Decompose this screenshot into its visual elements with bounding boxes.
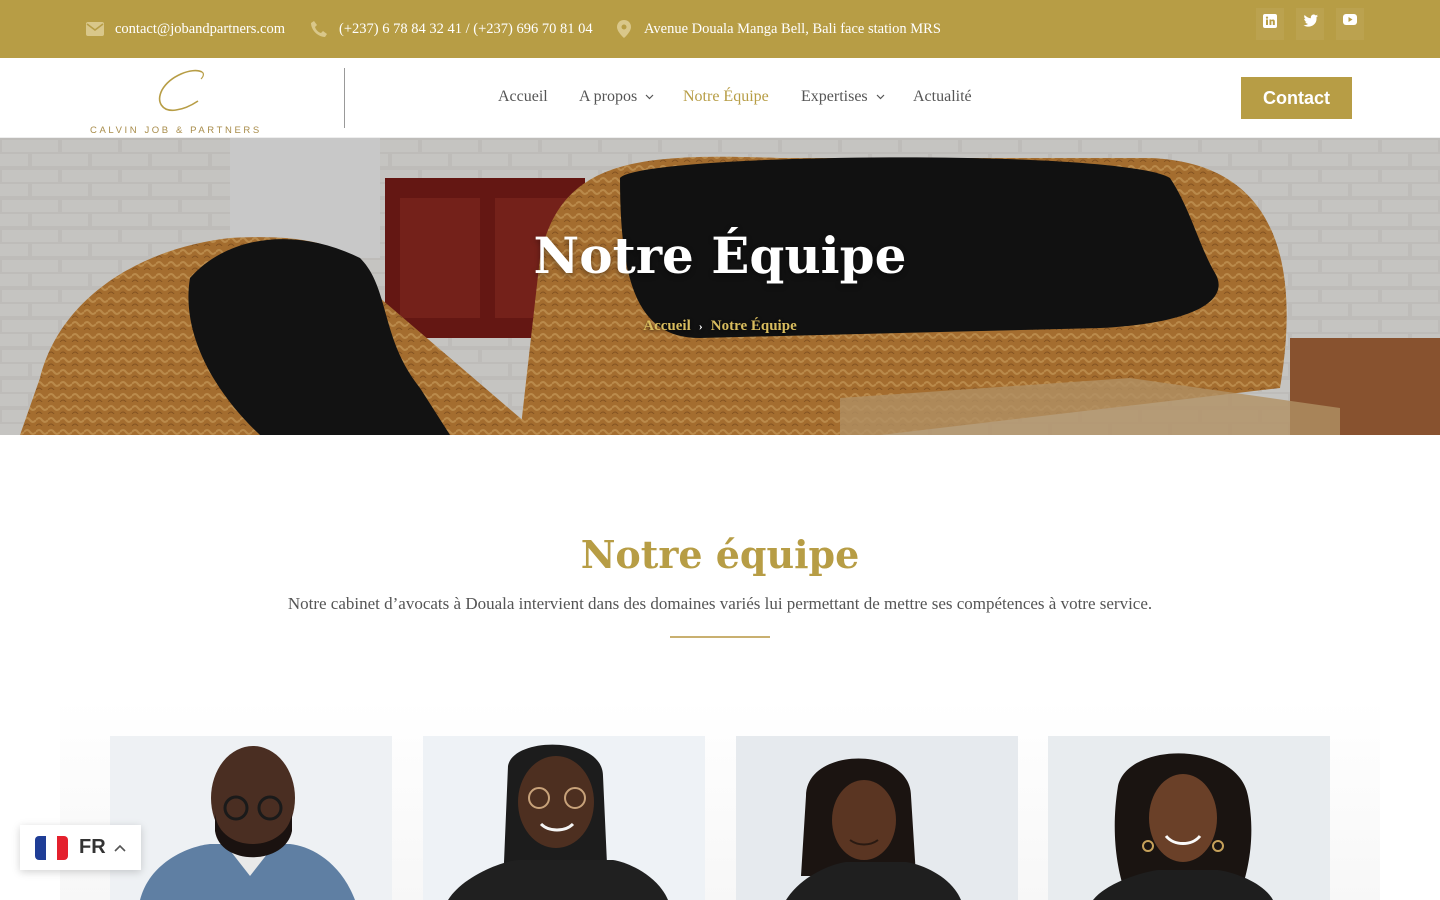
linkedin-icon [1263, 14, 1277, 28]
main-header: CALVIN JOB & PARTNERS Accueil A propos N… [0, 58, 1440, 138]
team-card[interactable] [1048, 736, 1330, 900]
team-member-photo [736, 736, 1018, 900]
team-member-photo [110, 736, 392, 900]
section-title: Notre équipe [580, 532, 860, 577]
logo-mark-icon [158, 69, 204, 112]
breadcrumb: Accueil › Notre Équipe [0, 318, 1440, 335]
hero-banner: Notre Équipe Accueil › Notre Équipe [0, 138, 1440, 435]
linkedin-link[interactable] [1256, 8, 1284, 40]
nav-accueil[interactable]: Accueil [498, 88, 548, 106]
team-member-photo [1048, 736, 1330, 900]
top-email[interactable]: contact@jobandpartners.com [86, 0, 285, 58]
team-card[interactable] [110, 736, 392, 900]
twitter-icon [1302, 14, 1318, 27]
language-code: FR [79, 836, 106, 858]
nav-expertises[interactable]: Expertises [801, 88, 885, 106]
chevron-up-icon [114, 844, 126, 852]
top-email-text: contact@jobandpartners.com [115, 20, 285, 37]
hero-title: Notre Équipe [533, 226, 907, 285]
youtube-link[interactable] [1336, 8, 1364, 40]
top-phone[interactable]: (+237) 6 78 84 32 41 / (+237) 696 70 81 … [310, 0, 593, 58]
top-address: Avenue Douala Manga Bell, Bali face stat… [615, 0, 941, 58]
hero-overlay [0, 138, 1440, 435]
mail-icon [86, 20, 104, 38]
nav-notre-equipe[interactable]: Notre Équipe [683, 88, 769, 106]
top-bar: contact@jobandpartners.com (+237) 6 78 8… [0, 0, 1440, 58]
chevron-down-icon [645, 94, 654, 100]
chevron-down-icon [876, 94, 885, 100]
france-flag-icon [35, 835, 68, 860]
breadcrumb-current: Notre Équipe [710, 318, 797, 334]
youtube-icon [1343, 14, 1357, 25]
top-phone-text: (+237) 6 78 84 32 41 / (+237) 696 70 81 … [339, 20, 593, 37]
contact-button[interactable]: Contact [1241, 77, 1352, 119]
breadcrumb-separator-icon: › [698, 319, 703, 333]
breadcrumb-home[interactable]: Accueil [643, 318, 690, 334]
team-member-photo [423, 736, 705, 900]
section-divider [670, 636, 770, 638]
header-divider [344, 68, 345, 128]
top-address-text: Avenue Douala Manga Bell, Bali face stat… [644, 20, 941, 37]
team-card[interactable] [736, 736, 1018, 900]
site-logo[interactable]: CALVIN JOB & PARTNERS [88, 68, 288, 136]
phone-icon [310, 20, 328, 38]
location-pin-icon [615, 20, 633, 38]
team-card[interactable] [423, 736, 705, 900]
nav-a-propos[interactable]: A propos [579, 88, 654, 106]
logo-text: CALVIN JOB & PARTNERS [90, 125, 262, 136]
language-switcher[interactable]: FR [20, 825, 141, 870]
twitter-link[interactable] [1296, 8, 1324, 40]
section-subtitle: Notre cabinet d’avocats à Douala intervi… [287, 594, 1153, 613]
nav-actualite[interactable]: Actualité [913, 88, 972, 106]
